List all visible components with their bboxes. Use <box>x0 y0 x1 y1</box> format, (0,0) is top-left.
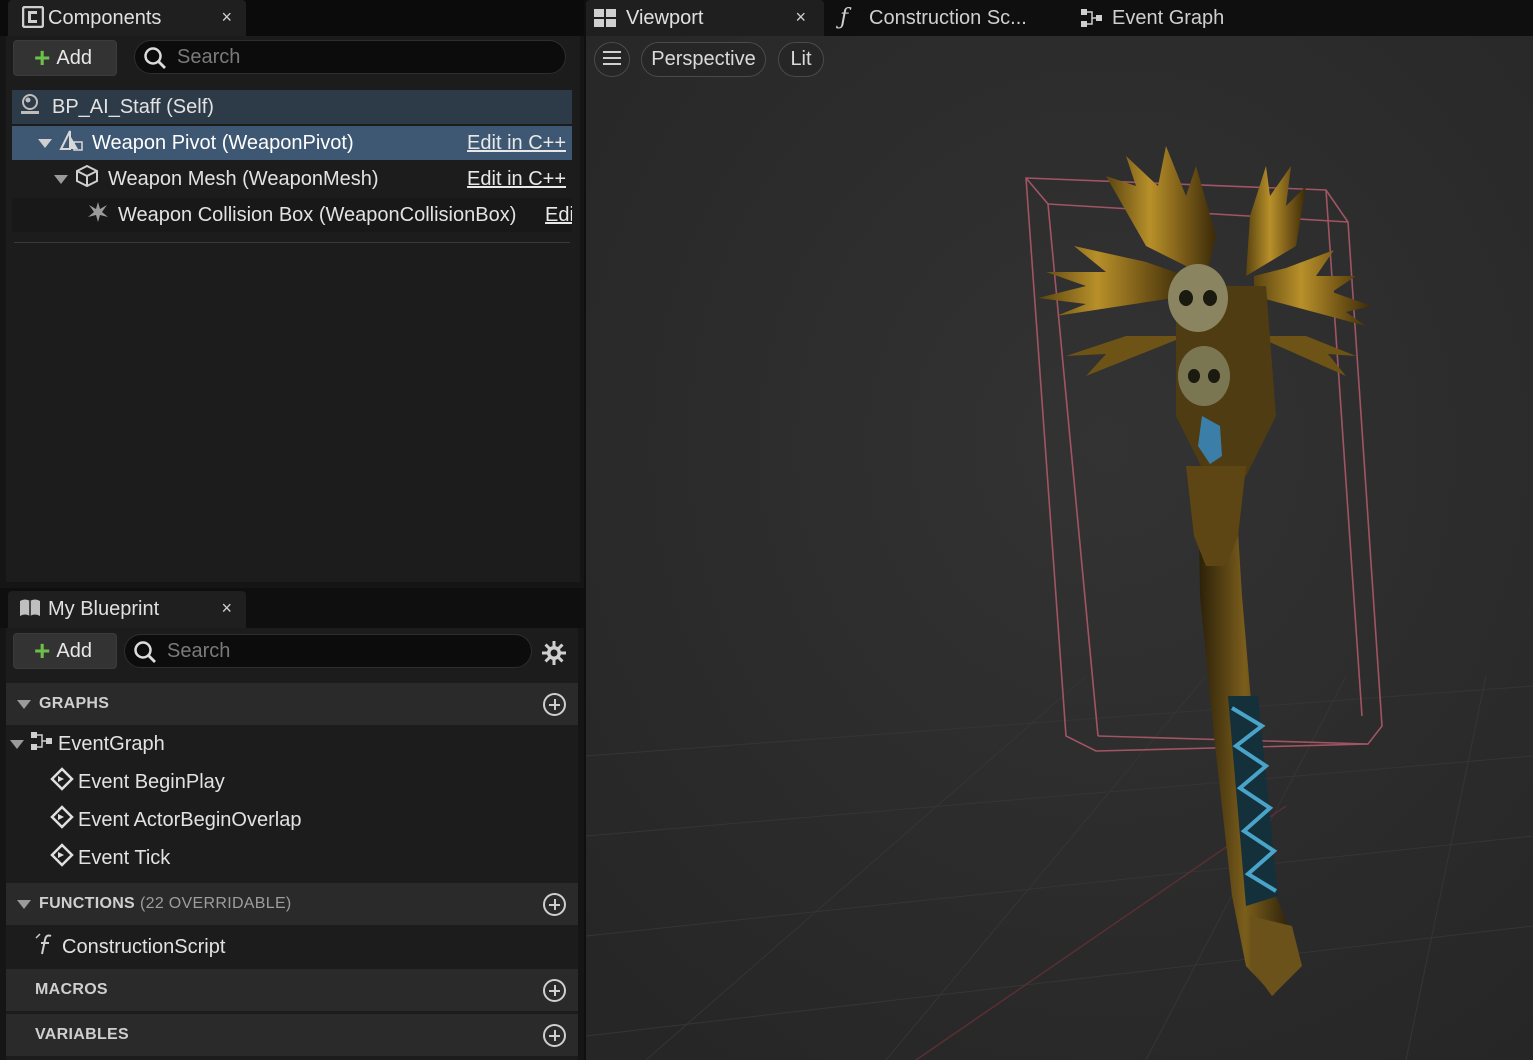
event-item[interactable]: Event ActorBeginOverlap <box>50 803 301 837</box>
scene-component-icon <box>58 127 84 159</box>
close-icon[interactable]: × <box>221 7 232 28</box>
tab-construction-script[interactable]: ƒ Construction Sc... <box>836 0 1056 36</box>
viewport-menu-button[interactable] <box>594 42 630 77</box>
lit-label: Lit <box>790 48 812 70</box>
functions-section-label: FUNCTIONS <box>39 895 136 912</box>
collapse-arrow-icon <box>17 699 31 709</box>
blueprint-search-input[interactable] <box>167 639 531 663</box>
tree-row-self[interactable]: BP_AI_Staff (Self) <box>12 90 572 124</box>
functions-overridable-count: (22 OVERRIDABLE) <box>140 895 292 912</box>
search-icon <box>143 46 167 76</box>
viewport-tab-label: Viewport <box>626 6 704 29</box>
book-icon <box>18 597 42 625</box>
add-function-icon[interactable] <box>543 893 566 916</box>
blueprint-tab-label: My Blueprint <box>48 598 160 620</box>
functions-section-header[interactable]: FUNCTIONS (22 OVERRIDABLE) <box>6 883 578 925</box>
viewport-scene <box>586 36 1533 1060</box>
expand-arrow-icon[interactable] <box>54 174 68 184</box>
blueprint-search[interactable] <box>124 634 532 668</box>
collapse-arrow-icon <box>17 899 31 909</box>
tree-label-self: BP_AI_Staff (Self) <box>52 95 214 118</box>
tab-event-graph[interactable]: Event Graph <box>1076 0 1296 36</box>
add-component-button[interactable]: + Add <box>13 40 117 76</box>
components-search-input[interactable] <box>177 45 565 69</box>
search-icon <box>133 640 157 670</box>
event-label: Event ActorBeginOverlap <box>78 808 302 831</box>
add-component-label: Add <box>56 46 92 69</box>
event-item[interactable]: Event BeginPlay <box>50 765 225 799</box>
close-icon[interactable]: × <box>795 7 806 28</box>
tab-viewport[interactable]: Viewport × <box>586 0 824 36</box>
graphs-section-header[interactable]: GRAPHS <box>6 683 578 725</box>
components-panel: + Add BP_AI_Staff (Self) Weapon Pivot (W… <box>6 36 580 582</box>
gear-icon[interactable] <box>541 640 567 671</box>
edit-in-cpp-link[interactable]: Edit in C++ <box>467 168 566 191</box>
expand-arrow-icon[interactable] <box>10 739 24 749</box>
tab-components[interactable]: Components × <box>8 0 246 36</box>
function-item[interactable]: ConstructionScript <box>34 930 225 964</box>
perspective-label: Perspective <box>651 48 756 70</box>
event-graph-label: EventGraph <box>58 732 165 755</box>
tree-label-weapon-collision: Weapon Collision Box (WeaponCollisionBox… <box>118 203 517 226</box>
lit-button[interactable]: Lit <box>778 42 824 77</box>
tab-my-blueprint[interactable]: My Blueprint × <box>8 591 246 628</box>
actor-sphere-icon <box>18 92 42 122</box>
add-macro-icon[interactable] <box>543 979 566 1002</box>
event-graph-item[interactable]: EventGraph <box>10 727 165 761</box>
tree-label-weapon-pivot: Weapon Pivot (WeaponPivot) <box>92 131 354 154</box>
plus-icon: + <box>34 42 51 73</box>
perspective-button[interactable]: Perspective <box>641 42 766 77</box>
tree-row-weapon-mesh[interactable]: Weapon Mesh (WeaponMesh) Edit in C++ <box>12 162 572 196</box>
collision-box-icon <box>86 200 110 230</box>
function-icon <box>34 932 58 962</box>
left-column: Components × + Add BP_AI_Staff (Self) We <box>0 0 584 1060</box>
tree-row-weapon-pivot[interactable]: Weapon Pivot (WeaponPivot) Edit in C++ <box>12 126 572 160</box>
variables-section-header[interactable]: VARIABLES <box>6 1014 578 1056</box>
event-label: Event BeginPlay <box>78 770 225 793</box>
add-blueprint-label: Add <box>56 639 92 662</box>
tree-row-weapon-collision[interactable]: Weapon Collision Box (WeaponCollisionBox… <box>12 198 572 232</box>
function-label: ConstructionScript <box>62 935 226 958</box>
event-node-icon <box>50 843 74 873</box>
viewport-canvas[interactable]: Perspective Lit <box>586 36 1533 1060</box>
event-graph-icon <box>1080 7 1104 35</box>
construction-tab-label: Construction Sc... <box>869 6 1027 29</box>
static-mesh-icon <box>74 163 100 195</box>
variables-section-label: VARIABLES <box>35 1026 129 1043</box>
expand-arrow-icon[interactable] <box>38 138 52 148</box>
function-icon: ƒ <box>840 5 849 30</box>
event-label: Event Tick <box>78 846 171 869</box>
event-node-icon <box>50 767 74 797</box>
add-variable-icon[interactable] <box>543 1024 566 1047</box>
add-blueprint-item-button[interactable]: + Add <box>13 633 117 669</box>
macros-section-label: MACROS <box>35 981 108 998</box>
add-graph-icon[interactable] <box>543 693 566 716</box>
graphs-section-label: GRAPHS <box>39 695 110 712</box>
close-icon[interactable]: × <box>221 598 232 619</box>
event-graph-tab-label: Event Graph <box>1112 6 1225 29</box>
components-search[interactable] <box>134 40 566 74</box>
plus-icon: + <box>34 635 51 666</box>
tree-label-weapon-mesh: Weapon Mesh (WeaponMesh) <box>108 167 379 190</box>
event-graph-icon <box>30 730 54 758</box>
event-node-icon <box>50 805 74 835</box>
edit-in-cpp-link[interactable]: Edit in C++ <box>467 132 566 155</box>
components-tab-label: Components <box>48 6 162 29</box>
hamburger-icon <box>603 48 621 71</box>
event-item[interactable]: Event Tick <box>50 841 170 875</box>
macros-section-header[interactable]: MACROS <box>6 969 578 1011</box>
viewport-icon <box>594 9 616 33</box>
components-icon <box>21 5 45 34</box>
tree-divider <box>14 242 570 243</box>
edit-in-cpp-link[interactable]: Edit in C++ <box>545 204 572 227</box>
